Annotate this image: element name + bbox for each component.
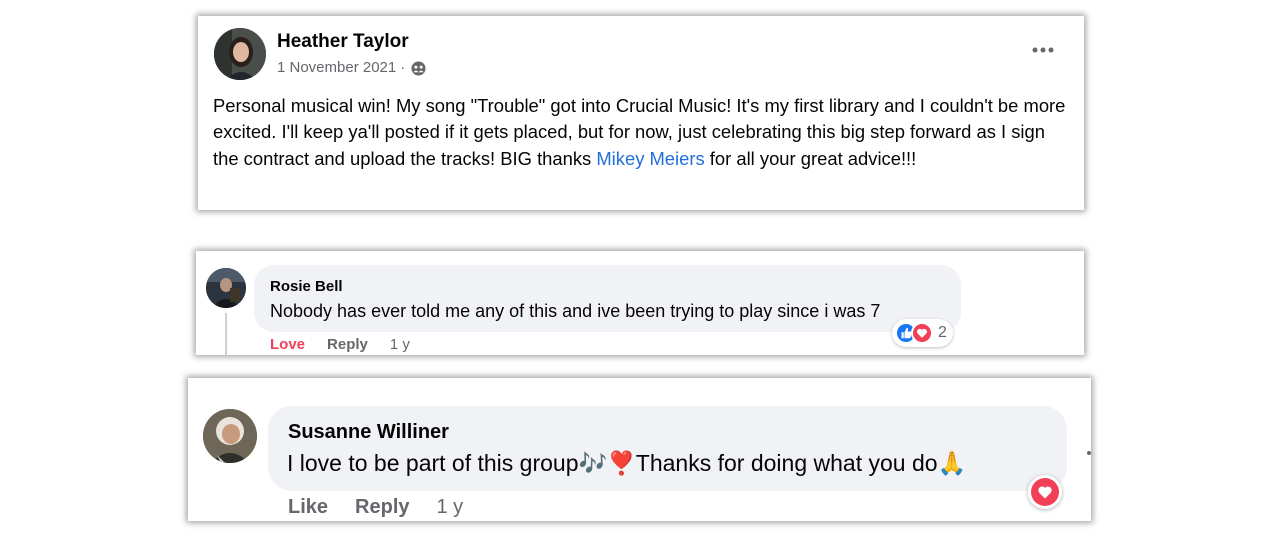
commenter-name[interactable]: Susanne Williner	[288, 421, 449, 444]
comment-timestamp[interactable]: 1 y	[390, 336, 410, 353]
like-button[interactable]: Like	[288, 496, 328, 519]
reaction-count: 2	[938, 324, 947, 341]
comment-text: Nobody has ever told me any of this and …	[270, 301, 881, 321]
more-options-icon[interactable]	[1087, 451, 1091, 455]
love-reaction-icon[interactable]	[1028, 475, 1062, 509]
post-text-end: for all your great advice!!!	[704, 147, 917, 169]
love-button[interactable]: Love	[270, 336, 305, 353]
commenter-name[interactable]: Rosie Bell	[270, 278, 343, 295]
group-audience-icon	[411, 61, 426, 76]
post-meta: 1 November 2021 ·	[277, 58, 426, 76]
comment-actions: Like Reply 1 y	[288, 496, 463, 519]
commenter-avatar[interactable]	[203, 409, 257, 463]
comment-card: Rosie Bell Nobody has ever told me any o…	[196, 251, 1084, 355]
comment-bubble: Rosie Bell Nobody has ever told me any o…	[254, 265, 961, 332]
comment-actions: Love Reply 1 y	[270, 336, 410, 353]
love-reaction-icon	[911, 322, 933, 344]
meta-separator: ·	[400, 58, 406, 76]
mention-link[interactable]: Mikey Meiers	[596, 148, 704, 169]
post-card: Heather Taylor 1 November 2021 · Persona…	[198, 16, 1084, 210]
reply-button[interactable]: Reply	[327, 336, 368, 353]
commenter-avatar[interactable]	[206, 268, 246, 308]
post-author-name[interactable]: Heather Taylor	[277, 31, 409, 53]
author-avatar[interactable]	[214, 28, 266, 80]
comment-timestamp[interactable]: 1 y	[437, 496, 464, 519]
post-text: Personal musical win! My song "Trouble" …	[213, 93, 1073, 172]
post-date[interactable]: 1 November 2021	[277, 59, 396, 76]
comment-card: Susanne Williner I love to be part of th…	[188, 378, 1091, 521]
reaction-summary[interactable]: 2	[892, 319, 953, 347]
more-options-icon[interactable]	[1028, 42, 1058, 58]
love-reaction-icon-fill	[1031, 478, 1059, 506]
reply-button[interactable]: Reply	[355, 496, 409, 519]
thread-line	[225, 313, 227, 355]
comment-bubble: Susanne Williner I love to be part of th…	[268, 406, 1067, 491]
comment-text: I love to be part of this group🎶❣️Thanks…	[287, 450, 967, 476]
